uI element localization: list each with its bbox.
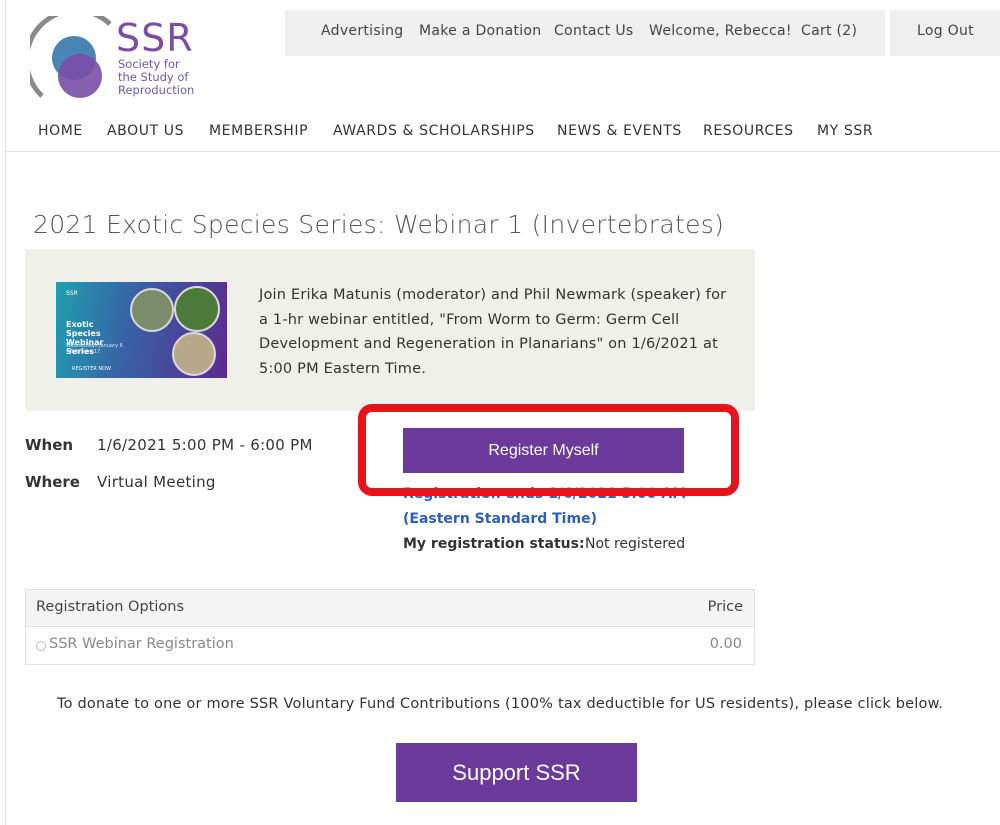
logo-emblem-icon — [30, 16, 112, 98]
where-value: Virtual Meeting — [97, 473, 216, 491]
support-ssr-button[interactable]: Support SSR — [396, 743, 637, 802]
ssr-logo[interactable]: SSR Society for the Study of Reproductio… — [30, 16, 200, 100]
logout-link[interactable]: Log Out — [917, 23, 974, 39]
nav-my-ssr[interactable]: MY SSR — [817, 123, 873, 139]
registration-option-price: 0.00 — [709, 636, 742, 652]
thumbnail-photo-2 — [174, 286, 220, 332]
thumbnail-photo-1 — [130, 288, 174, 332]
nav-about-us[interactable]: ABOUT US — [107, 123, 184, 139]
when-label: When — [25, 436, 74, 454]
thumbnail-dates: Wednesdays January 6 – February 17 — [66, 343, 123, 355]
header-registration-options: Registration Options — [36, 599, 184, 615]
nav-divider — [5, 151, 1000, 152]
logo-wordmark: SSR — [116, 16, 194, 60]
registration-option-radio[interactable] — [36, 641, 46, 651]
thumbnail-logo: SSR — [66, 290, 78, 297]
timezone-text: (Eastern Standard Time) — [403, 511, 597, 527]
header-price: Price — [707, 599, 743, 615]
nav-awards-scholarships[interactable]: AWARDS & SCHOLARSHIPS — [333, 123, 535, 139]
where-label: Where — [25, 473, 80, 491]
make-donation-link[interactable]: Make a Donation — [419, 23, 541, 39]
advertising-link[interactable]: Advertising — [321, 23, 404, 39]
nav-home[interactable]: HOME — [38, 123, 83, 139]
logo-subtitle: Society for the Study of Reproduction — [118, 57, 195, 97]
highlight-annotation — [358, 404, 739, 496]
thumbnail-cta: REGISTER NOW — [72, 366, 112, 372]
registration-status-label: My registration status: — [403, 536, 585, 552]
contact-us-link[interactable]: Contact Us — [554, 23, 633, 39]
table-header: Registration Options Price — [26, 590, 754, 627]
nav-membership[interactable]: MEMBERSHIP — [209, 123, 308, 139]
donate-text: To donate to one or more SSR Voluntary F… — [57, 696, 944, 712]
cart-link[interactable]: Cart (2) — [801, 23, 857, 39]
registration-options-table: Registration Options Price SSR Webinar R… — [25, 589, 755, 665]
registration-option-name[interactable]: SSR Webinar Registration — [49, 636, 234, 652]
when-value: 1/6/2021 5:00 PM - 6:00 PM — [97, 436, 313, 454]
nav-resources[interactable]: RESOURCES — [703, 123, 794, 139]
webinar-series-thumbnail[interactable]: SSR Exotic Species Webinar Series Wednes… — [56, 282, 227, 378]
thumbnail-photo-3 — [172, 332, 216, 376]
welcome-user-link[interactable]: Welcome, Rebecca! — [649, 23, 792, 39]
nav-news-events[interactable]: NEWS & EVENTS — [557, 123, 682, 139]
event-title: 2021 Exotic Species Series: Webinar 1 (I… — [33, 210, 725, 239]
event-description: Join Erika Matunis (moderator) and Phil … — [259, 287, 727, 377]
registration-status-value: Not registered — [585, 536, 686, 552]
